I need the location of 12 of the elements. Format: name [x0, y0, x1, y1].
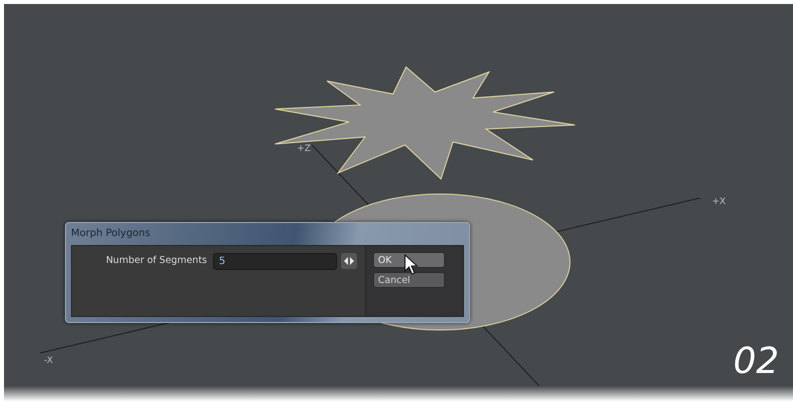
axis-label: -X	[44, 356, 53, 366]
step-number: 02	[733, 342, 779, 382]
mouse-cursor-icon	[404, 254, 418, 276]
stepper-button[interactable]	[341, 253, 357, 269]
left-right-arrows-icon	[344, 257, 354, 265]
axis-label: +X	[712, 197, 726, 207]
dialog-button[interactable]: OK	[373, 252, 445, 268]
field-label: Number of Segments	[106, 254, 207, 268]
segments-input[interactable]: 5	[213, 253, 337, 270]
axis-label: +Z	[297, 144, 311, 154]
dialog-title: Morph Polygons	[71, 227, 152, 241]
dialog-button[interactable]: Cancel	[373, 272, 445, 288]
